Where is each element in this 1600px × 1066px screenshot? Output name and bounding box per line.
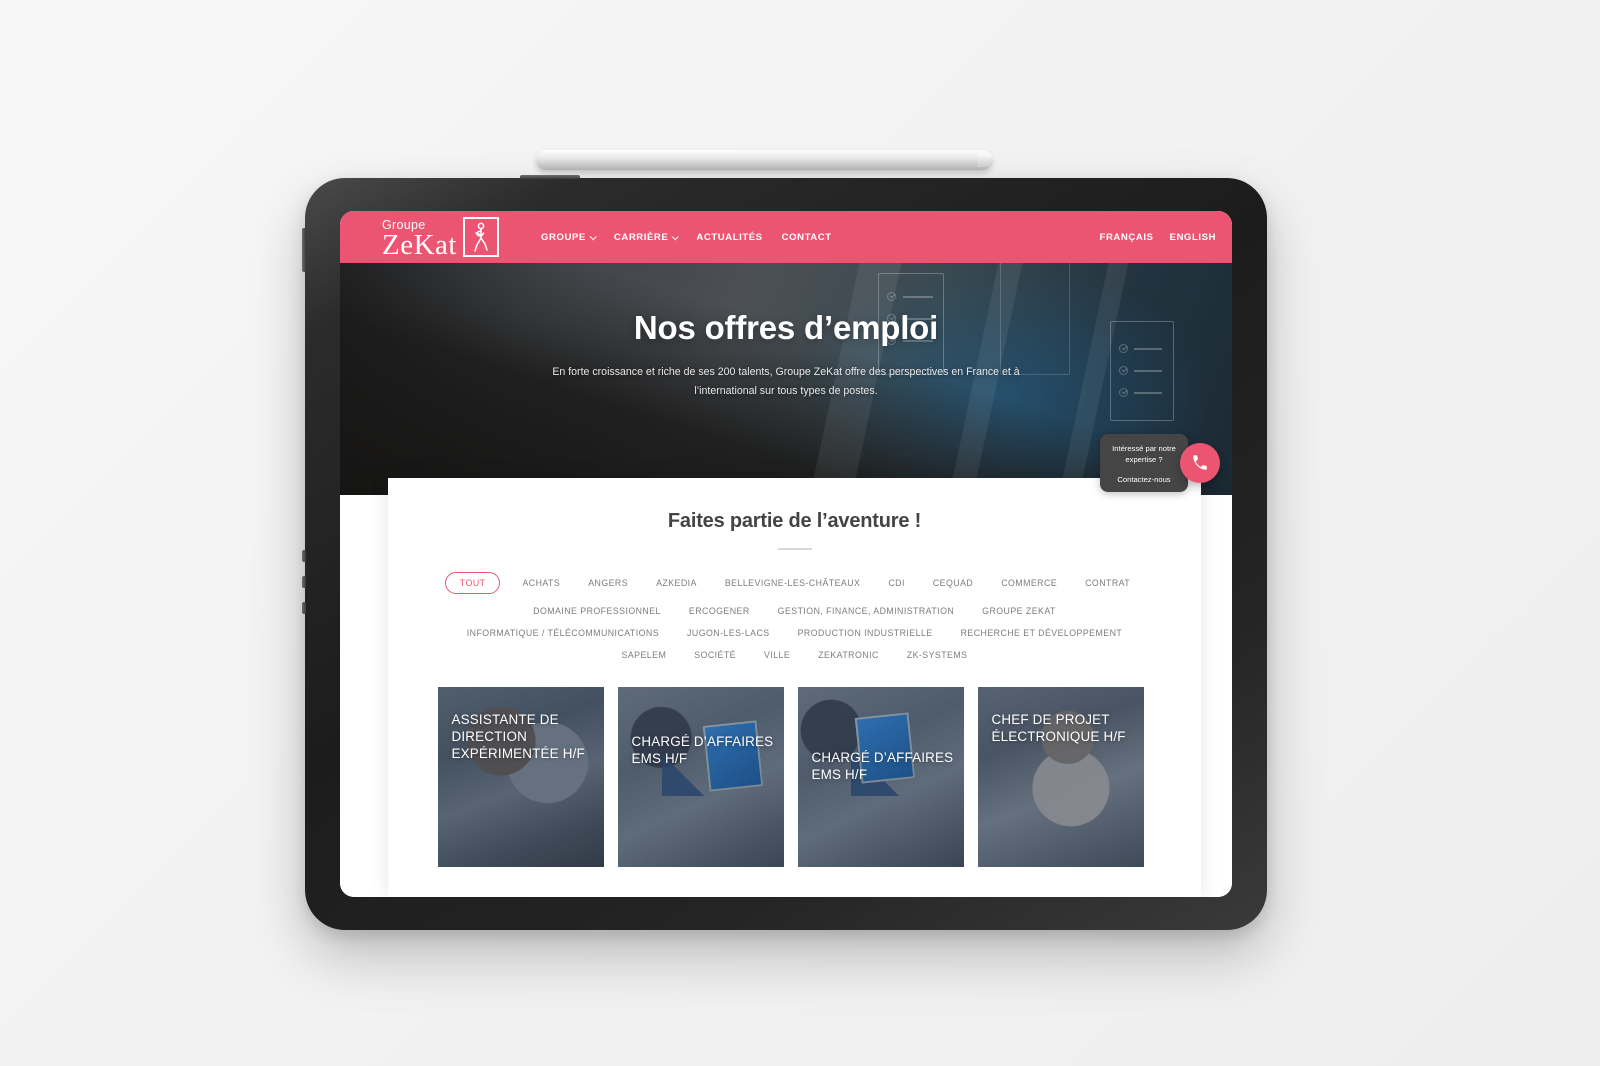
- nav-item-groupe[interactable]: GROUPE: [540, 231, 597, 243]
- filter-cequad[interactable]: CEQUAD: [919, 578, 987, 588]
- hero-section: Nos offres d’emploi En forte croissance …: [340, 263, 1232, 495]
- website-viewport: Groupe ZeKat GROUPE CARRIÈRE ACTUALITÉS …: [340, 211, 1232, 897]
- job-card-title: CHARGÉ D’AFFAIRES EMS H/F: [631, 734, 774, 767]
- job-card-grid: ASSISTANTE DE DIRECTION EXPÉRIMENTÉE H/F…: [437, 687, 1152, 867]
- power-button[interactable]: [520, 175, 580, 179]
- filter-azkedia[interactable]: AZKEDIA: [642, 578, 711, 588]
- site-header: Groupe ZeKat GROUPE CARRIÈRE ACTUALITÉS …: [340, 211, 1232, 263]
- hero-content: Nos offres d’emploi En forte croissance …: [340, 263, 1232, 400]
- filter-zk-systems[interactable]: ZK-SYSTEMS: [893, 650, 982, 660]
- contact-bubble-line2: Contactez-nous: [1117, 474, 1171, 484]
- filter-domaine-professionnel[interactable]: DOMAINE PROFESSIONNEL: [519, 606, 675, 616]
- filter-tout[interactable]: TOUT: [444, 572, 501, 594]
- filter-gestion-finance-administration[interactable]: GESTION, FINANCE, ADMINISTRATION: [764, 606, 969, 616]
- filter-production-industrielle[interactable]: PRODUCTION INDUSTRIELLE: [784, 628, 947, 638]
- filter-ercogener[interactable]: ERCOGENER: [675, 606, 764, 616]
- filter-informatique-t-l-communications[interactable]: INFORMATIQUE / TÉLÉCOMMUNICATIONS: [453, 628, 673, 638]
- contact-bubble-line1: Intéressé par notre expertise ?: [1112, 444, 1176, 465]
- page-title: Nos offres d’emploi: [633, 309, 939, 346]
- job-card[interactable]: CHARGÉ D’AFFAIRES EMS H/F: [797, 687, 964, 867]
- tablet-screen: Groupe ZeKat GROUPE CARRIÈRE ACTUALITÉS …: [340, 211, 1232, 897]
- job-card-title: ASSISTANTE DE DIRECTION EXPÉRIMENTÉE H/F: [451, 712, 585, 762]
- filter-groupe-zekat[interactable]: GROUPE ZEKAT: [968, 606, 1070, 616]
- filter-commerce[interactable]: COMMERCE: [987, 578, 1071, 588]
- section-title: Faites partie de l’aventure !: [667, 510, 922, 532]
- hero-subtitle: En forte croissance et riche de ses 200 …: [552, 366, 1020, 397]
- side-connector-2: [302, 576, 306, 588]
- logo-main-word: ZeKat: [382, 228, 457, 261]
- logo-text: Groupe ZeKat: [382, 219, 457, 261]
- chevron-down-icon: [589, 232, 597, 240]
- filter-recherche-et-d-veloppement[interactable]: RECHERCHE ET DÉVELOPPEMENT: [947, 628, 1137, 638]
- job-card-title: CHARGÉ D’AFFAIRES EMS H/F: [811, 750, 954, 783]
- side-connector-3: [302, 602, 306, 614]
- tablet-device: Groupe ZeKat GROUPE CARRIÈRE ACTUALITÉS …: [302, 175, 1267, 930]
- nav-item-carriere-label: CARRIÈRE: [613, 231, 669, 243]
- filter-achats[interactable]: ACHATS: [508, 578, 574, 588]
- job-card[interactable]: ASSISTANTE DE DIRECTION EXPÉRIMENTÉE H/F: [437, 687, 604, 867]
- language-english[interactable]: ENGLISH: [1170, 232, 1217, 243]
- logo[interactable]: Groupe ZeKat: [348, 216, 499, 261]
- title-divider: [777, 548, 812, 550]
- filter-list: TOUT ACHATS ANGERS AZKEDIA BELLEVIGNE-LES-CH…: [430, 572, 1160, 660]
- filter-soci-t[interactable]: SOCIÉTÉ: [680, 650, 750, 660]
- job-card[interactable]: CHEF DE PROJET ÉLECTRONIQUE H/F: [977, 687, 1144, 867]
- filter-ville[interactable]: VILLE: [750, 650, 804, 660]
- volume-button[interactable]: [302, 228, 306, 272]
- filter-cdi[interactable]: CDI: [874, 578, 919, 588]
- jobs-panel: Faites partie de l’aventure ! TOUT ACHATS…: [388, 478, 1201, 897]
- scene: Groupe ZeKat GROUPE CARRIÈRE ACTUALITÉS …: [0, 0, 1600, 1066]
- main-navigation: GROUPE CARRIÈRE ACTUALITÉS CONTACT: [541, 232, 832, 243]
- apple-pencil: [536, 150, 994, 170]
- nav-item-actualites[interactable]: ACTUALITÉS: [696, 232, 762, 243]
- filter-angers[interactable]: ANGERS: [574, 578, 642, 588]
- side-connector-1: [302, 550, 306, 562]
- filter-jugon-les-lacs[interactable]: JUGON-LES-LACS: [673, 628, 784, 638]
- contact-bubble[interactable]: Intéressé par notre expertise ? Contacte…: [1100, 434, 1188, 492]
- nav-item-groupe-label: GROUPE: [540, 231, 586, 243]
- filter-zekatronic[interactable]: ZEKATRONIC: [804, 650, 893, 660]
- nav-item-contact[interactable]: CONTACT: [782, 232, 832, 243]
- filter-bellevigne-les-ch-teaux[interactable]: BELLEVIGNE-LES-CHÂTEAUX: [711, 578, 875, 588]
- job-card[interactable]: CHARGÉ D’AFFAIRES EMS H/F: [617, 687, 784, 867]
- filter-sapelem[interactable]: SAPELEM: [608, 650, 681, 660]
- filter-contrat[interactable]: CONTRAT: [1071, 578, 1144, 588]
- zekat-figure-mark-icon: [462, 216, 499, 257]
- nav-item-carriere[interactable]: CARRIÈRE: [613, 231, 680, 243]
- language-francais[interactable]: FRANÇAIS: [1100, 232, 1154, 243]
- chevron-down-icon: [672, 232, 680, 240]
- phone-icon[interactable]: [1180, 442, 1220, 483]
- contact-widget[interactable]: Intéressé par notre expertise ? Contacte…: [1100, 434, 1220, 492]
- job-card-title: CHEF DE PROJET ÉLECTRONIQUE H/F: [991, 712, 1126, 745]
- language-switcher: FRANÇAIS ENGLISH: [1100, 232, 1216, 243]
- next-section-peek: [818, 880, 1078, 897]
